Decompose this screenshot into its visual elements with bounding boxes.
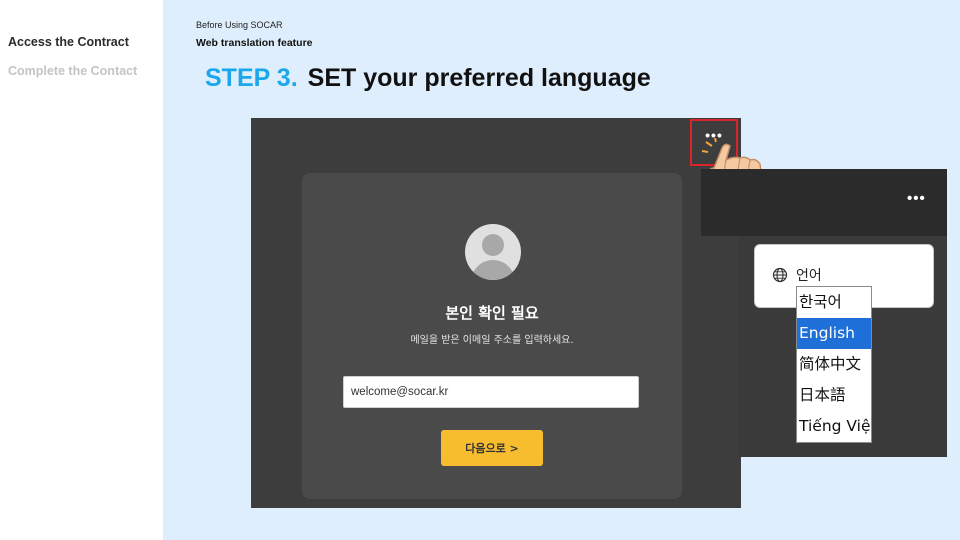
verification-subtitle: 메일을 받은 이메일 주소를 입력하세요. bbox=[410, 335, 574, 346]
language-option-english[interactable]: English bbox=[797, 318, 871, 349]
sidebar: Access the Contract Complete the Contact bbox=[0, 0, 163, 540]
step-title: SET your preferred language bbox=[307, 64, 651, 92]
email-input[interactable] bbox=[343, 376, 639, 408]
language-option-chinese[interactable]: 简体中文 bbox=[797, 349, 871, 380]
language-option-korean[interactable]: 한국어 bbox=[797, 287, 871, 318]
sidebar-item-complete-contact[interactable]: Complete the Contact bbox=[8, 64, 137, 78]
breadcrumb-section: Before Using SOCAR bbox=[196, 20, 283, 30]
sidebar-item-access-contract[interactable]: Access the Contract bbox=[8, 35, 129, 49]
page-title: STEP 3. SET your preferred language bbox=[205, 64, 651, 93]
language-option-japanese[interactable]: 日本語 bbox=[797, 380, 871, 411]
avatar-icon bbox=[465, 224, 521, 280]
globe-icon bbox=[772, 267, 788, 283]
verification-title: 본인 확인 필요 bbox=[445, 304, 539, 322]
language-dropdown[interactable]: 한국어 English 简体中文 日本語 Tiếng Việt bbox=[796, 286, 872, 443]
breadcrumb-page: Web translation feature bbox=[196, 37, 313, 49]
language-label[interactable]: 언어 bbox=[796, 265, 822, 285]
language-option-vietnamese[interactable]: Tiếng Việt bbox=[797, 411, 871, 442]
next-button[interactable]: 다음으로 > bbox=[441, 430, 543, 466]
step-number: STEP 3. bbox=[205, 64, 298, 92]
more-dots-icon[interactable]: ••• bbox=[907, 190, 926, 207]
